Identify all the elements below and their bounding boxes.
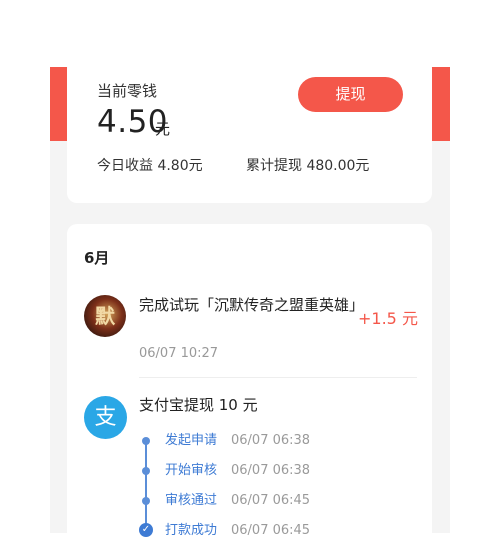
timeline-dot-icon <box>142 467 150 475</box>
balance-label: 当前零钱 <box>97 82 158 100</box>
timeline-step-time: 06/07 06:38 <box>231 463 311 478</box>
withdraw-button[interactable]: 提现 <box>298 77 403 112</box>
timeline-step-time: 06/07 06:45 <box>231 493 311 508</box>
timeline-step-name: 审核通过 <box>165 493 218 508</box>
balance-card: 当前零钱 4.50 元 提现 今日收益 4.80元 累计提现 480.00元 <box>67 60 432 203</box>
today-income: 今日收益 4.80元 <box>97 158 203 174</box>
timeline-step-time: 06/07 06:38 <box>231 433 311 448</box>
records-card: 6月 默 完成试玩「沉默传奇之盟重英雄」 06/07 10:27 +1.5 元 … <box>67 224 432 544</box>
timeline-step: 开始审核 06/07 06:38 <box>139 460 399 480</box>
timeline-step: 审核通过 06/07 06:45 <box>139 490 399 510</box>
trial-time: 06/07 10:27 <box>139 346 219 361</box>
check-icon: ✓ <box>139 523 153 537</box>
trial-title[interactable]: 完成试玩「沉默传奇之盟重英雄」 <box>139 293 364 317</box>
timeline-step-name: 打款成功 <box>165 523 218 538</box>
withdrawal-timeline: 发起申请 06/07 06:38 开始审核 06/07 06:38 审核通过 0… <box>139 424 399 544</box>
header-accent-right <box>432 67 450 141</box>
timeline-step: ✓ 打款成功 06/07 06:45 <box>139 520 399 540</box>
timeline-step-name: 开始审核 <box>165 463 218 478</box>
trial-reward: +1.5 元 <box>358 309 418 328</box>
timeline-line <box>145 441 147 531</box>
timeline-dot-icon <box>142 497 150 505</box>
timeline-step-name: 发起申请 <box>165 433 218 448</box>
header-accent-left <box>50 67 67 141</box>
timeline-step: 发起申请 06/07 06:38 <box>139 430 399 450</box>
withdrawal-title[interactable]: 支付宝提现 10 元 <box>139 394 258 415</box>
alipay-icon: 支 <box>84 396 127 439</box>
game-avatar-icon: 默 <box>84 295 126 337</box>
balance-unit: 元 <box>155 120 171 138</box>
month-header: 6月 <box>84 249 110 267</box>
total-withdrawn: 累计提现 480.00元 <box>246 158 370 174</box>
divider <box>139 377 417 378</box>
timeline-step-time: 06/07 06:45 <box>231 523 311 538</box>
timeline-dot-icon <box>142 437 150 445</box>
